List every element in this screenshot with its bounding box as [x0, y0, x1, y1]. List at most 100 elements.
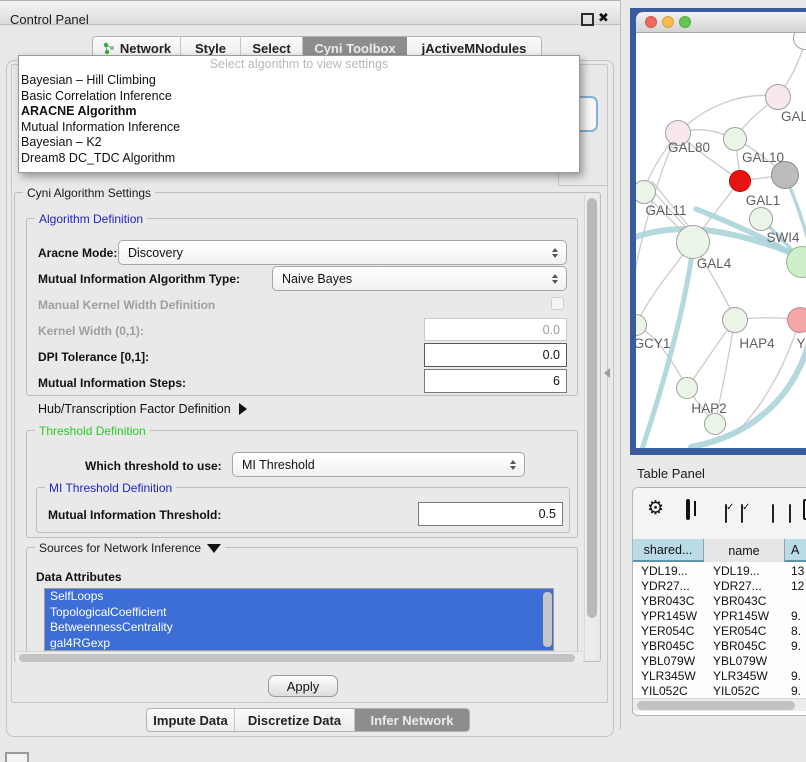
algorithm-item-aracne[interactable]: ARACNE Algorithm: [19, 104, 579, 120]
close-panel-icon[interactable]: ✖: [598, 10, 609, 26]
close-traffic-icon[interactable]: [645, 16, 657, 28]
table-body: YDL19... YDL19... 13 YDR27... YDR27... 1…: [633, 564, 806, 698]
network-node-hap4[interactable]: [722, 307, 748, 333]
network-window-titlebar: [636, 12, 806, 33]
table-row[interactable]: YER054C YER054C 8.: [633, 624, 806, 639]
table-row[interactable]: YBR043C YBR043C: [633, 594, 806, 609]
manual-kernel-checkbox[interactable]: [551, 297, 564, 310]
mi-type-label: Mutual Information Algorithm Type:: [38, 272, 240, 286]
algorithm-item-mutual-information[interactable]: Mutual Information Inference: [19, 120, 579, 136]
algorithm-placeholder: Select algorithm to view settings: [19, 56, 579, 73]
cyni-settings-title: Cyni Algorithm Settings: [23, 186, 155, 200]
network-icon: [102, 42, 115, 55]
column-header-shared-name[interactable]: shared...: [633, 539, 704, 562]
attribute-topologicalcoefficient[interactable]: TopologicalCoefficient: [45, 605, 553, 621]
collapse-arrow-icon[interactable]: [207, 544, 221, 553]
mi-threshold-field[interactable]: 0.5: [418, 502, 563, 526]
network-node-gal-partial[interactable]: [765, 84, 791, 110]
table-panel-title: Table Panel: [637, 466, 705, 481]
hub-definition-label: Hub/Transcription Factor Definition: [38, 402, 231, 416]
network-node-hap2[interactable]: [676, 377, 698, 399]
table-row[interactable]: YLR345W YLR345W 9.: [633, 669, 806, 684]
control-panel-titlebar: [0, 0, 620, 25]
kernel-width-label: Kernel Width (0,1):: [38, 324, 144, 338]
node-label-gal1: GAL1: [742, 193, 784, 208]
table-hscrollbar[interactable]: [633, 698, 806, 711]
mi-steps-field[interactable]: 6: [424, 369, 567, 393]
attributes-scrollbar-thumb[interactable]: [543, 592, 552, 647]
algorithm-item-bayesian-k2[interactable]: Bayesian – K2: [19, 135, 579, 151]
checked-checkbox-icon[interactable]: [725, 504, 727, 523]
table-row[interactable]: YDR27... YDR27... 12: [633, 579, 806, 594]
unchecked-checkbox-icon[interactable]: [789, 504, 791, 523]
attribute-selfloops[interactable]: SelfLoops: [45, 589, 553, 605]
checked-checkbox-icon[interactable]: [741, 504, 743, 523]
settings-scrollbar-thumb[interactable]: [587, 198, 597, 618]
network-node-y-partial[interactable]: [787, 307, 806, 333]
data-attributes-label: Data Attributes: [36, 570, 122, 584]
table-toolbar: ⚙: [633, 488, 806, 539]
gear-icon[interactable]: ⚙: [647, 497, 664, 520]
tab-discretize-data[interactable]: Discretize Data: [235, 709, 355, 731]
settings-hscrollbar[interactable]: [16, 651, 583, 662]
mi-threshold-label: Mutual Information Threshold:: [48, 508, 221, 522]
column-header-partial[interactable]: A: [785, 539, 806, 562]
control-panel-title: Control Panel: [10, 12, 89, 27]
network-node-swi4[interactable]: [749, 207, 773, 231]
settings-hscrollbar-thumb[interactable]: [19, 654, 575, 662]
table-row[interactable]: YDL19... YDL19... 13: [633, 564, 806, 579]
float-panel-icon[interactable]: [581, 13, 594, 26]
network-node-gal10[interactable]: [723, 127, 747, 151]
node-label-hap2: HAP2: [687, 401, 731, 416]
table-header-row: shared... name A: [633, 539, 806, 562]
column-header-name[interactable]: name: [704, 539, 785, 562]
minimized-panel-icon[interactable]: [5, 752, 29, 762]
split-columns-icon[interactable]: [686, 499, 690, 520]
data-attributes-list: SelfLoops TopologicalCoefficient Between…: [44, 588, 554, 651]
dpi-tolerance-label: DPI Tolerance [0,1]:: [38, 350, 149, 364]
table-row[interactable]: YPR145W YPR145W 9.: [633, 609, 806, 624]
mi-type-select[interactable]: Naive Bayes: [272, 266, 567, 291]
algorithm-item-bayesian-hill[interactable]: Bayesian – Hill Climbing: [19, 73, 579, 89]
aracne-mode-select[interactable]: Discovery: [118, 240, 567, 265]
table-row[interactable]: YIL052C YIL052C 9.: [633, 684, 806, 698]
network-node-unlabeled-bottom[interactable]: [704, 413, 726, 435]
mi-threshold-title: MI Threshold Definition: [45, 481, 176, 495]
splitter-collapse-icon[interactable]: [604, 368, 610, 378]
network-node-gal4[interactable]: [676, 225, 710, 259]
tab-infer-network[interactable]: Infer Network: [355, 709, 469, 731]
network-canvas[interactable]: GAL GAL80 GAL10 GAL1 GAL11 SWI4 GAL4 GCY…: [636, 33, 806, 448]
minimize-traffic-icon[interactable]: [662, 16, 674, 28]
algorithm-item-dream8[interactable]: Dream8 DC_TDC Algorithm: [19, 151, 579, 167]
which-threshold-label: Which threshold to use:: [85, 459, 222, 473]
combo-arrows-icon: [548, 248, 562, 258]
network-node-unlabeled-gray[interactable]: [771, 161, 799, 189]
network-node-gal1[interactable]: [729, 170, 751, 192]
node-label-gal10: GAL10: [738, 150, 788, 165]
node-label-gal-partial: GAL: [781, 109, 806, 124]
manual-kernel-label: Manual Kernel Width Definition: [38, 298, 215, 312]
zoom-traffic-icon[interactable]: [679, 16, 691, 28]
table-row[interactable]: YBL079W YBL079W: [633, 654, 806, 669]
settings-scrollbar[interactable]: [584, 194, 597, 660]
attribute-gal4rgexp[interactable]: gal4RGexp: [45, 636, 553, 652]
kernel-width-field[interactable]: 0.0: [424, 318, 567, 341]
mi-steps-label: Mutual Information Steps:: [38, 376, 186, 390]
dpi-tolerance-field[interactable]: 0.0: [424, 343, 567, 367]
apply-button[interactable]: Apply: [268, 675, 338, 697]
algorithm-dropdown-popup: Select algorithm to view settings Bayesi…: [18, 55, 580, 173]
attribute-betweennesscentrality[interactable]: BetweennessCentrality: [45, 620, 553, 636]
table-panel: ⚙ shared... name A YDL19... YDL19... 13 …: [632, 487, 806, 716]
tab-impute-data[interactable]: Impute Data: [147, 709, 235, 731]
node-label-swi4: SWI4: [762, 230, 804, 245]
expander-arrow-icon: [239, 403, 247, 415]
unchecked-checkbox-icon[interactable]: [772, 504, 774, 523]
aracne-mode-label: Aracne Mode:: [38, 246, 117, 260]
table-hscrollbar-thumb[interactable]: [637, 701, 795, 710]
table-row[interactable]: YBR045C YBR045C 9.: [633, 639, 806, 654]
hub-definition-expander[interactable]: Hub/Transcription Factor Definition: [38, 402, 247, 416]
screen: Control Panel ✖ Network Style Select Cyn…: [0, 0, 806, 762]
which-threshold-select[interactable]: MI Threshold: [232, 452, 525, 477]
algorithm-item-basic-correlation[interactable]: Basic Correlation Inference: [19, 89, 579, 105]
node-label-gcy1: GCY1: [636, 336, 674, 351]
